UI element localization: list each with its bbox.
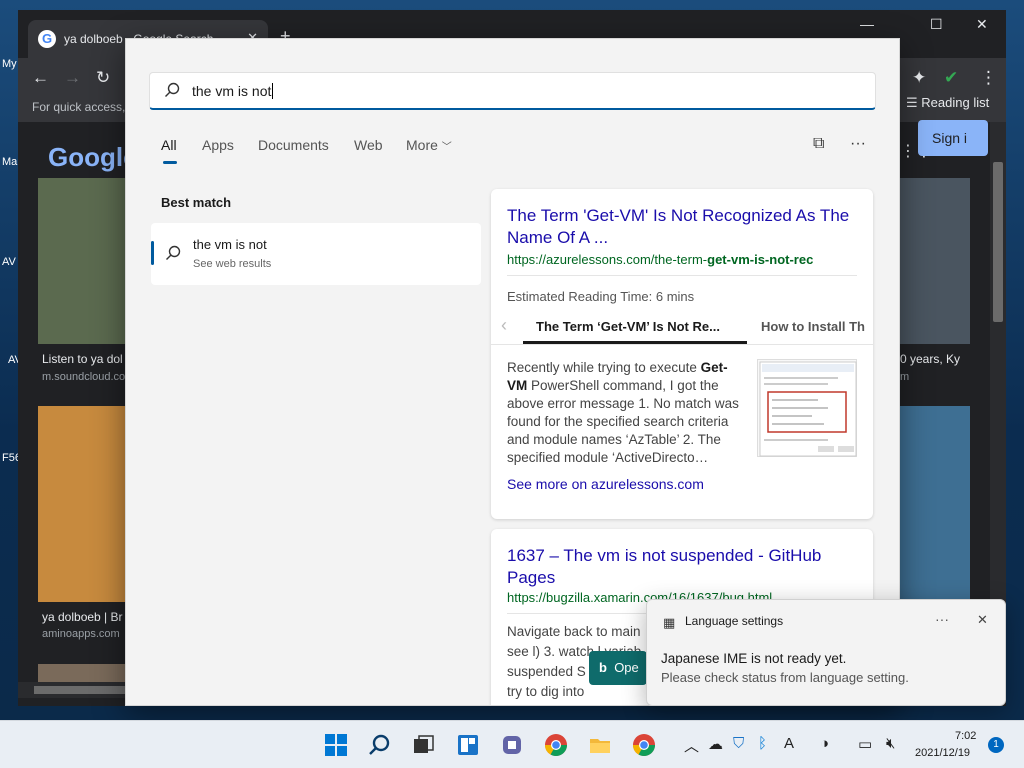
reload-icon[interactable]: ↻ [96, 68, 110, 88]
image-result[interactable] [38, 664, 126, 682]
close-icon[interactable]: ✕ [977, 612, 988, 628]
see-more-link[interactable]: See more on azurelessons.com [507, 476, 704, 492]
notification-toast[interactable]: ▦ Language settings ··· ✕ Japanese IME i… [646, 599, 1006, 706]
teams-icon[interactable] [500, 733, 524, 757]
close-window-icon[interactable]: ✕ [976, 16, 988, 33]
desktop-icon-label[interactable]: Ma [2, 156, 17, 168]
reading-time: Estimated Reading Time: 6 mins [507, 289, 695, 304]
minimize-icon[interactable]: — [860, 16, 874, 32]
desktop-icon-label[interactable]: AV [2, 256, 16, 268]
carousel-tab-next[interactable]: How to Install Th [761, 319, 865, 334]
best-match-item[interactable]: the vm is not See web results [151, 223, 481, 285]
best-match-subtitle: See web results [193, 258, 272, 270]
bing-icon: b [599, 660, 607, 675]
security-icon[interactable]: ⛉ [733, 735, 744, 752]
image-source: aminoapps.com [42, 628, 120, 640]
chevron-left-icon[interactable]: ‹ [501, 315, 507, 336]
divider [507, 275, 857, 276]
menu-icon[interactable]: ⋮ [980, 68, 997, 88]
more-options-icon[interactable]: ··· [935, 611, 949, 627]
search-icon [165, 245, 181, 266]
toast-message: Japanese IME is not ready yet. [661, 651, 847, 666]
active-tab-indicator [163, 161, 177, 164]
file-explorer-icon[interactable] [588, 733, 612, 757]
image-source: m.soundcloud.co [42, 371, 126, 383]
ime-mode-icon[interactable]: ◑ [820, 735, 829, 752]
sign-in-button[interactable]: Sign i [918, 120, 988, 156]
back-icon[interactable]: ← [32, 68, 49, 88]
image-result[interactable] [38, 406, 126, 602]
best-match-heading: Best match [161, 195, 232, 210]
maximize-icon[interactable]: ☐ [930, 16, 943, 33]
web-result-card: The Term 'Get-VM' Is Not Recognized As T… [491, 189, 873, 519]
shield-icon[interactable]: ✔ [944, 68, 958, 88]
clock-date[interactable]: 2021/12/19 [915, 747, 970, 759]
reading-list-button[interactable]: ☰ Reading list [906, 95, 989, 111]
toast-app-name: Language settings [685, 614, 784, 628]
chevron-up-icon[interactable]: ︿ [684, 735, 699, 756]
start-icon[interactable] [324, 733, 348, 757]
tab-apps[interactable]: Apps [202, 137, 234, 153]
forward-icon[interactable]: → [64, 68, 81, 88]
section-carousel: ‹ The Term ‘Get-VM’ Is Not Re... How to … [491, 311, 873, 345]
tab-more[interactable]: More ﹀ [406, 137, 452, 153]
image-result[interactable] [900, 178, 970, 344]
result-url[interactable]: https://azurelessons.com/the-term-get-vm… [507, 252, 857, 267]
result-thumbnail[interactable] [757, 359, 857, 457]
google-icon: G [38, 30, 56, 48]
extensions-icon[interactable]: ✦ [912, 68, 926, 88]
image-caption[interactable]: Listen to ya dol [42, 352, 123, 366]
taskbar: ︿ ☁ ⛉ ᛒ A ◑ ▭ 🔇︎ 7:02 2021/12/19 1 [0, 720, 1024, 768]
mute-volume-icon[interactable]: 🔇︎ [886, 735, 895, 752]
network-icon[interactable]: ▭ [858, 735, 872, 753]
search-icon[interactable] [368, 733, 392, 757]
image-result[interactable] [900, 406, 970, 602]
ime-icon[interactable]: A [784, 735, 794, 752]
toast-submessage: Please check status from language settin… [661, 670, 909, 685]
search-query: the vm is not [192, 83, 274, 99]
tab-documents[interactable]: Documents [258, 137, 329, 153]
tab-web[interactable]: Web [354, 137, 383, 153]
notification-badge[interactable]: 1 [988, 737, 1004, 753]
image-caption[interactable]: ya dolboeb | Br [42, 610, 123, 624]
clock-time[interactable]: 7:02 [955, 730, 976, 742]
cloud-icon[interactable]: ☁ [708, 735, 723, 753]
image-result[interactable] [38, 178, 126, 344]
language-icon: ▦ [663, 615, 676, 630]
more-options-icon[interactable]: ··· [850, 135, 866, 153]
desktop-icon-label[interactable]: My [2, 58, 17, 70]
image-caption[interactable]: 0 years, Ky [900, 352, 960, 366]
carousel-indicator [523, 341, 747, 344]
result-title-link[interactable]: 1637 – The vm is not suspended - GitHub … [507, 545, 857, 589]
task-view-icon[interactable] [412, 733, 436, 757]
result-snippet: Recently while trying to execute Get-VM … [507, 360, 739, 465]
image-source: m [900, 371, 910, 383]
bookmarks-hint: For quick access, [32, 100, 126, 114]
result-title-link[interactable]: The Term 'Get-VM' Is Not Recognized As T… [507, 205, 857, 249]
chrome-alt-icon[interactable] [632, 733, 656, 757]
search-icon [164, 82, 180, 103]
bluetooth-icon[interactable]: ᛒ [758, 735, 767, 752]
feedback-icon[interactable]: ⧉ [813, 135, 824, 153]
widgets-icon[interactable] [456, 733, 480, 757]
search-input[interactable]: the vm is not [149, 72, 876, 110]
scroll-thumb[interactable] [993, 162, 1003, 322]
chrome-icon[interactable] [544, 733, 568, 757]
best-match-title: the vm is not [193, 237, 267, 252]
open-in-browser-button[interactable]: b Ope [589, 651, 647, 685]
carousel-tab-active[interactable]: The Term ‘Get-VM’ Is Not Re... [536, 319, 720, 334]
selection-accent [151, 241, 154, 265]
chevron-down-icon: ﹀ [441, 142, 452, 153]
tab-all[interactable]: All [161, 137, 177, 153]
